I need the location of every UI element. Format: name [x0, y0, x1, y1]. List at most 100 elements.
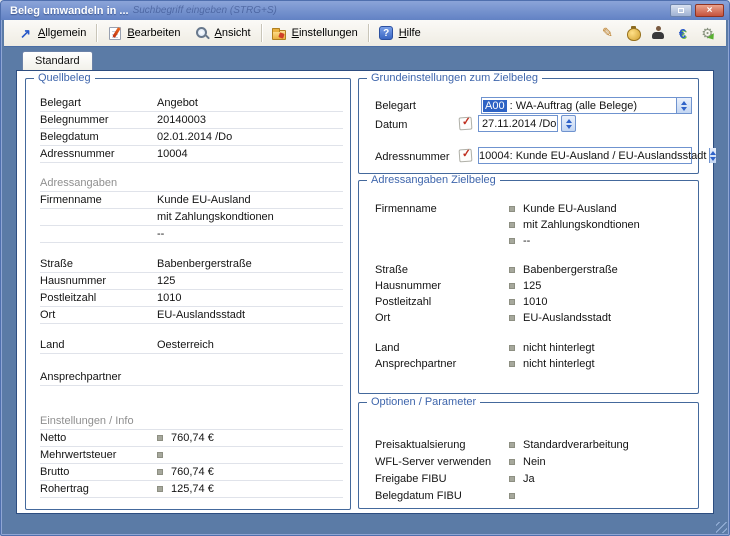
euro-button[interactable]: €: [675, 26, 690, 41]
field-row: StraßeBabenbergerstraße: [40, 256, 343, 273]
pencil-icon: ✎: [602, 25, 613, 41]
bullet-icon: [157, 435, 163, 441]
field-row: StraßeBabenbergerstraße: [375, 262, 690, 278]
tab-standard[interactable]: Standard: [22, 51, 93, 70]
adressnummer-field[interactable]: 10004: Kunde EU-Ausland / EU-Auslandssta…: [478, 147, 692, 164]
toolbar-separator: [261, 24, 262, 42]
groupbox-title: Adressangaben Zielbeleg: [367, 174, 500, 186]
search-hint[interactable]: Suchbegriff eingeben (STRG+S): [133, 5, 277, 16]
window-title: Beleg umwandeln in ...: [10, 5, 129, 17]
groupbox-adressangaben-zielbeleg: Adressangaben Zielbeleg FirmennameKunde …: [358, 180, 699, 394]
groupbox-title: Quellbeleg: [34, 72, 95, 84]
bullet-icon: [509, 206, 515, 212]
field-row: PreisaktualsierungStandardverarbeitung: [375, 436, 690, 453]
adress-ziel-rows: FirmennameKunde EU-Ausland mit Zahlungsk…: [375, 193, 690, 372]
field-row: Freigabe FIBUJa: [375, 470, 690, 487]
money-bag-button[interactable]: [625, 26, 640, 41]
field-row: mit Zahlungskondtionen: [375, 217, 690, 233]
spinner-button[interactable]: [709, 148, 716, 163]
folder-tools-icon: [272, 30, 286, 40]
checkmark-icon: ✓: [461, 147, 471, 161]
maximize-icon: [678, 8, 684, 13]
datum-check-button[interactable]: ✓: [459, 117, 473, 131]
field-row: Mehrwertsteuer: [40, 447, 343, 464]
field-row: Postleitzahl1010: [40, 290, 343, 307]
combobox-text: : WA-Auftrag (alle Belege): [507, 100, 637, 112]
toolbar-label-einstellungen: Einstellungen: [292, 27, 358, 39]
bullet-icon: [509, 361, 515, 367]
maximize-button[interactable]: [670, 4, 692, 17]
field-row: Ansprechpartnernicht hinterlegt: [375, 356, 690, 372]
close-icon: ×: [707, 5, 713, 16]
process-gear-button[interactable]: ⚙: [700, 26, 715, 41]
bullet-icon: [509, 283, 515, 289]
person-button[interactable]: [650, 26, 665, 41]
close-button[interactable]: ×: [695, 4, 724, 17]
bullet-icon: [509, 267, 515, 273]
bullet-icon: [509, 299, 515, 305]
toolbar-button-bearbeiten[interactable]: Bearbeiten: [100, 23, 187, 44]
toolbar-label-hilfe: Hilfe: [399, 27, 421, 39]
groupbox-title: Grundeinstellungen zum Zielbeleg: [367, 72, 542, 84]
bullet-icon: [509, 476, 515, 482]
datum-field[interactable]: 27.11.2014 /Do: [478, 115, 558, 132]
spinner-button[interactable]: [676, 98, 691, 113]
field-row: Netto760,74 €: [40, 430, 343, 447]
field-row: --: [40, 226, 343, 243]
field-row: WFL-Server verwendenNein: [375, 453, 690, 470]
spin-down-icon: [566, 125, 572, 129]
toolbar-button-allgemein[interactable]: ↗ Allgemein: [11, 23, 93, 44]
edit-pencil-button[interactable]: ✎: [600, 26, 615, 41]
field-row: LandOesterreich: [40, 337, 343, 354]
toolbar-button-ansicht[interactable]: Ansicht: [188, 23, 258, 44]
datum-spinner-button[interactable]: [561, 115, 576, 132]
tab-content: Quellbeleg BelegartAngebot Belegnummer20…: [16, 70, 714, 514]
spin-down-icon: [681, 107, 687, 111]
person-icon: [651, 26, 665, 40]
bullet-icon: [509, 459, 515, 465]
toolbar-button-einstellungen[interactable]: Einstellungen: [265, 23, 365, 44]
bullet-icon: [157, 486, 163, 492]
spin-down-icon: [710, 157, 716, 161]
field-row: Ansprechpartner: [40, 369, 343, 386]
bullet-icon: [157, 469, 163, 475]
bullet-icon: [509, 442, 515, 448]
bullet-icon: [509, 238, 515, 244]
edit-note-icon: [109, 27, 121, 40]
spin-up-icon: [681, 101, 687, 105]
groupbox-optionen-parameter: Optionen / Parameter PreisaktualsierungS…: [358, 402, 699, 509]
toolbar-button-hilfe[interactable]: ? Hilfe: [372, 23, 428, 44]
window-controls: ×: [670, 4, 724, 17]
combobox-selected-code: A00: [483, 100, 507, 112]
bullet-icon: [157, 452, 163, 458]
quellbeleg-rows: BelegartAngebot Belegnummer20140003 Bele…: [40, 95, 343, 498]
money-bag-icon: [626, 26, 640, 40]
field-row: Belegdatum FIBU: [375, 487, 690, 504]
spin-up-icon: [710, 151, 716, 155]
toolbar-separator: [96, 24, 97, 42]
field-row: Brutto760,74 €: [40, 464, 343, 481]
field-row: FirmennameKunde EU-Ausland: [375, 201, 690, 217]
bullet-icon: [509, 345, 515, 351]
field-row: Belegnummer20140003: [40, 112, 343, 129]
checkmark-icon: ✓: [461, 115, 471, 129]
field-row: Belegdatum02.01.2014 /Do: [40, 129, 343, 146]
bullet-icon: [509, 493, 515, 499]
field-row: OrtEU-Auslandsstadt: [375, 310, 690, 326]
field-row: FirmennameKunde EU-Ausland: [40, 192, 343, 209]
belegart-label: Belegart: [375, 100, 416, 112]
resize-grip[interactable]: [716, 522, 727, 533]
optionen-rows: PreisaktualsierungStandardverarbeitung W…: [375, 403, 690, 504]
field-row: --: [375, 233, 690, 249]
toolbar-label-allgemein: Allgemein: [38, 27, 86, 39]
field-row: Adressnummer10004: [40, 146, 343, 163]
field-row: Postleitzahl1010: [375, 294, 690, 310]
belegart-combobox[interactable]: A00 : WA-Auftrag (alle Belege): [481, 97, 692, 114]
adressnummer-check-button[interactable]: ✓: [459, 149, 473, 163]
field-row: Landnicht hinterlegt: [375, 340, 690, 356]
toolbar: ↗ Allgemein Bearbeiten Ansicht Einstellu…: [4, 20, 726, 47]
spin-up-icon: [566, 119, 572, 123]
toolbar-separator: [368, 24, 369, 42]
window: Beleg umwandeln in ... Suchbegriff einge…: [0, 0, 730, 536]
field-row: OrtEU-Auslandsstadt: [40, 307, 343, 324]
